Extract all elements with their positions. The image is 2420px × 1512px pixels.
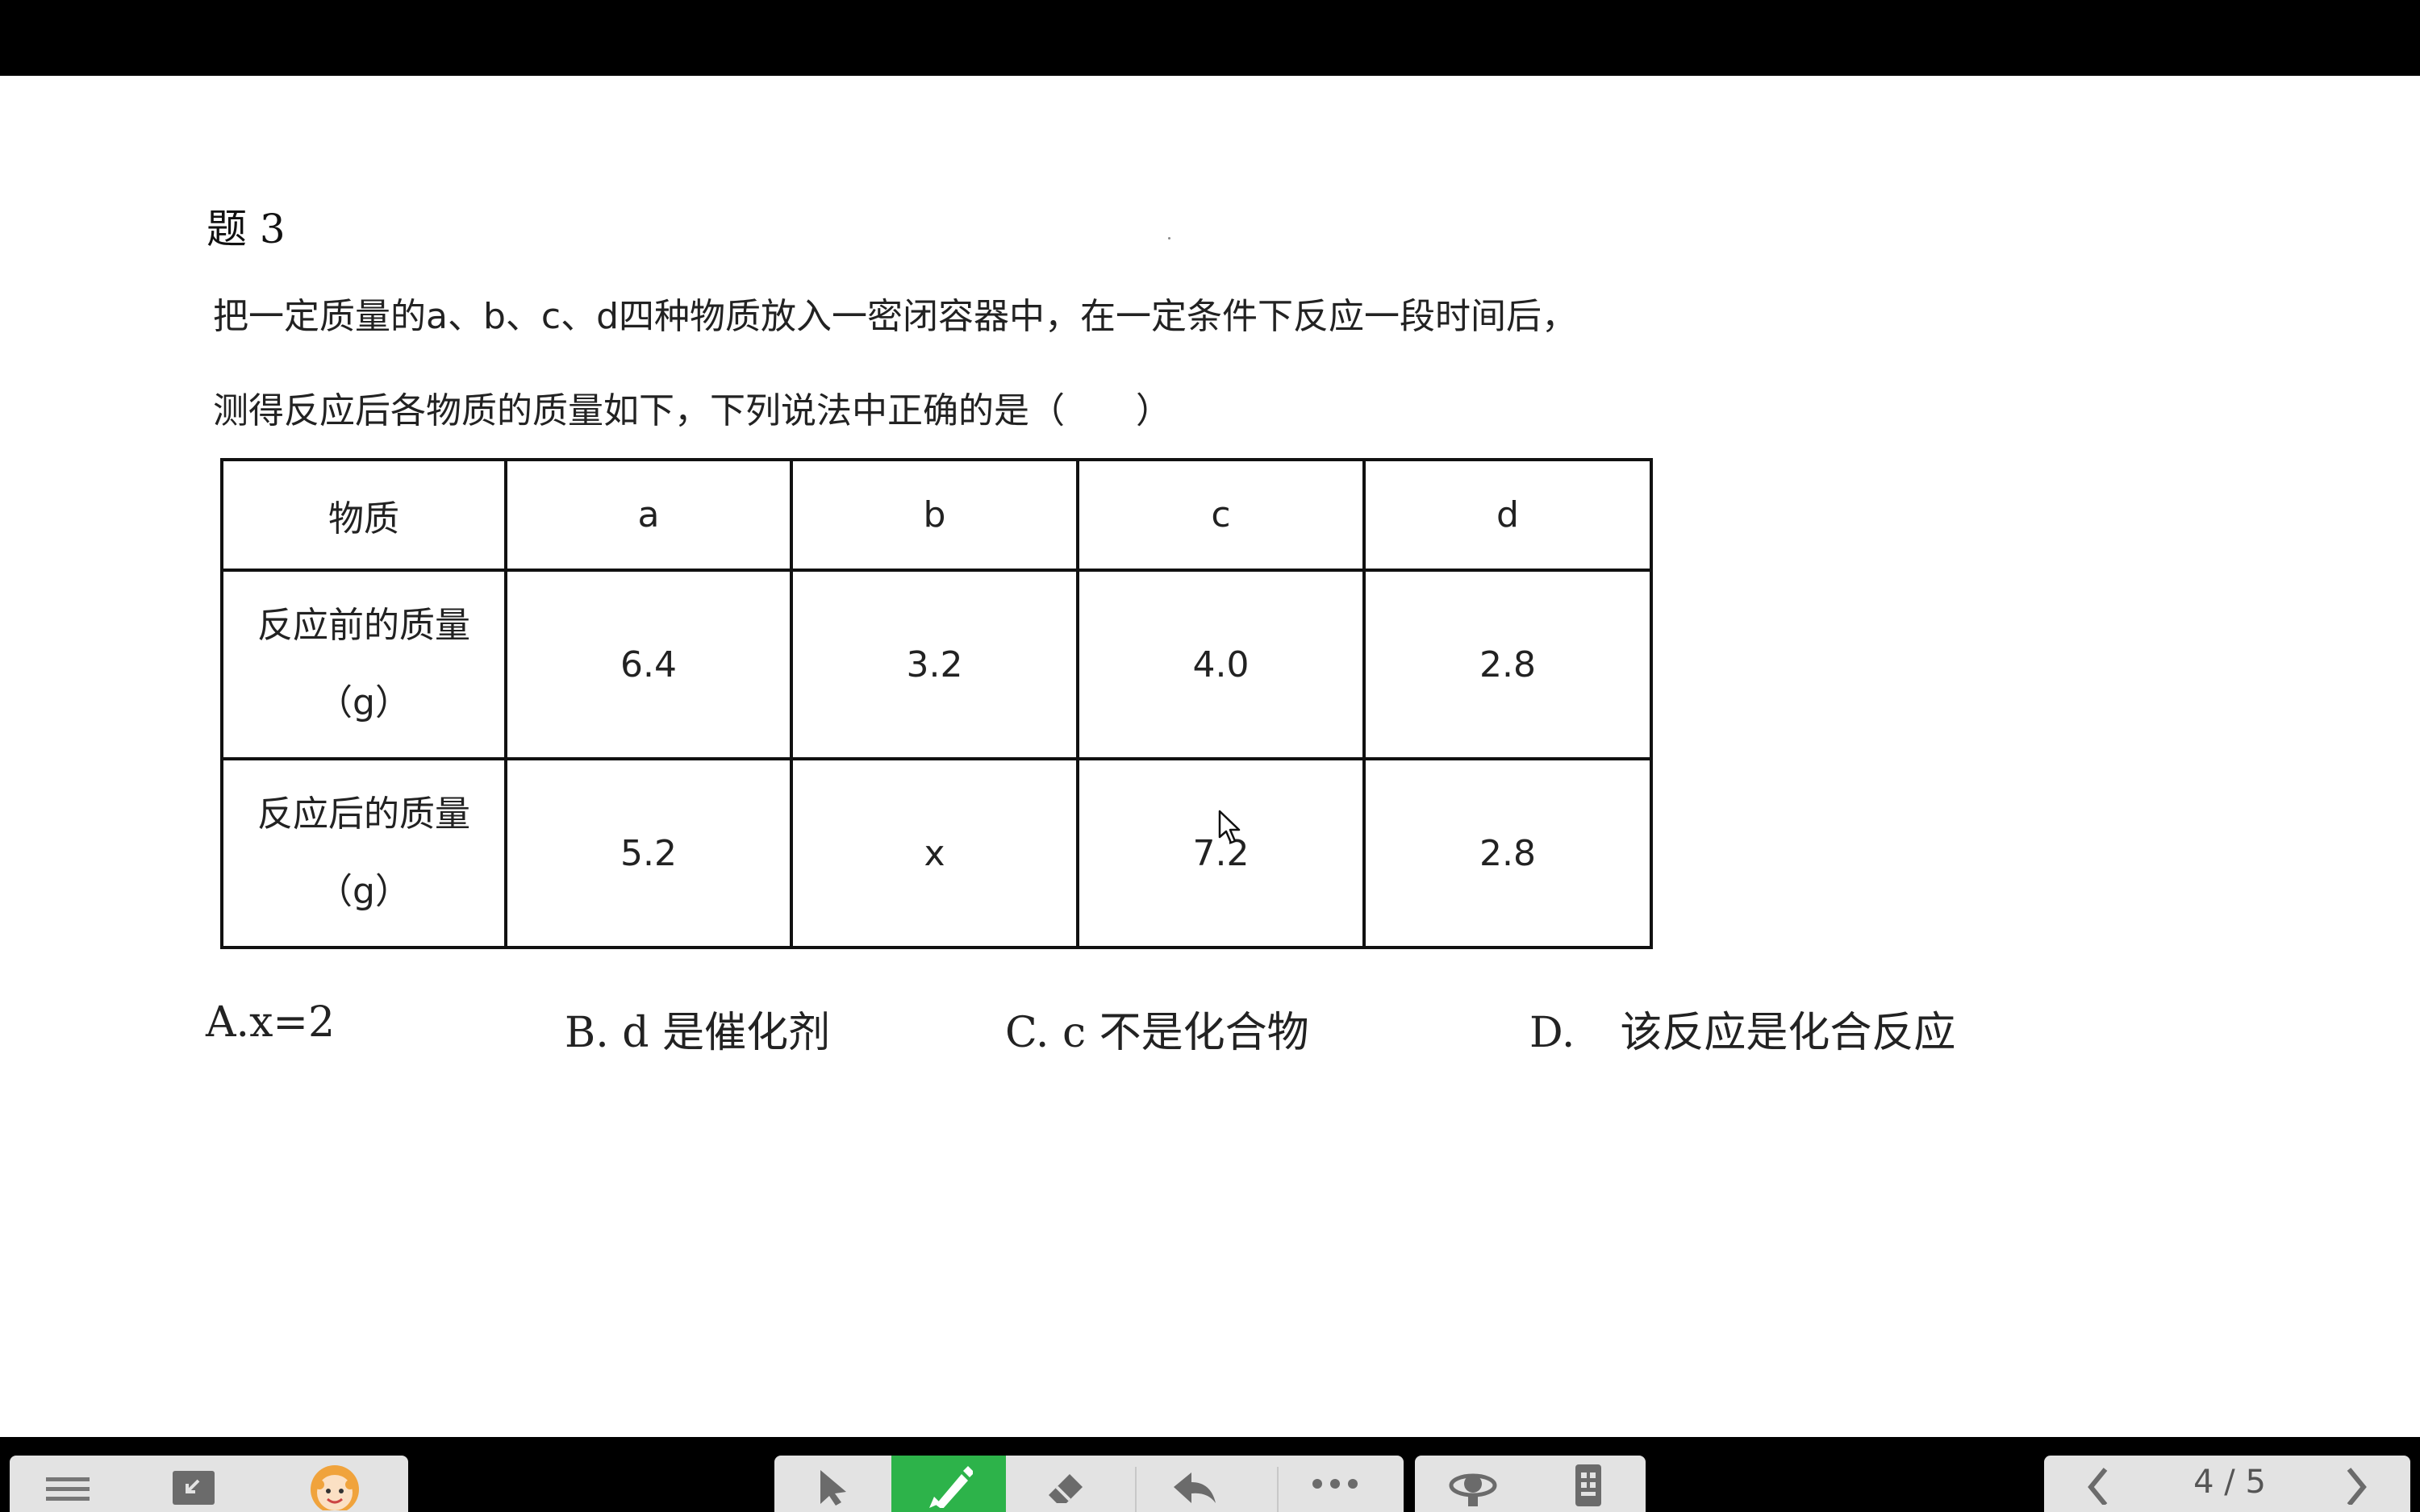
chevron-left-icon — [2088, 1468, 2108, 1505]
undo-button[interactable] — [1123, 1456, 1266, 1512]
row-label: 反应后的质量 （g） — [220, 757, 507, 949]
table-header-cell: c — [1076, 458, 1366, 572]
slide-canvas: 题 3 把一定质量的a、b、c、d四种物质放入一密闭容器中，在一定条件下反应一段… — [0, 76, 2420, 1437]
option-c: C. c 不是化合物 — [1005, 1009, 1309, 1057]
mass-table: 物质 a b c d 反应前的质量 （g） 6.4 3.2 4.0 2.8 反应… — [220, 458, 1653, 949]
undo-icon — [1174, 1472, 1216, 1503]
row-label-line-1: 反应前的质量 — [257, 605, 470, 646]
broadcast-button[interactable] — [1415, 1456, 1530, 1512]
pointer-icon — [820, 1470, 846, 1506]
toolbar-tools-group — [774, 1456, 1404, 1512]
question-text-line-2: 测得反应后各物质的质量如下，下列说法中正确的是（ ） — [213, 390, 1171, 431]
option-d: D. 该反应是化合反应 — [1529, 998, 1955, 1059]
toolbar-left-group — [10, 1456, 408, 1512]
pen-tool-button[interactable] — [891, 1456, 1006, 1512]
broadcast-icon — [1449, 1473, 1496, 1506]
row-label-line-1: 反应后的质量 — [257, 793, 470, 835]
bottom-toolbar: 4 / 5 — [0, 1437, 2420, 1512]
row-label: 反应前的质量 （g） — [220, 569, 507, 760]
previous-page-button[interactable] — [2044, 1456, 2149, 1512]
table-row: 反应后的质量 （g） 5.2 x 7.2 2.8 — [220, 757, 1653, 949]
row-label-line-2: （g） — [317, 682, 411, 723]
option-d-letter: D. — [1529, 1009, 1575, 1057]
table-cell: 2.8 — [1362, 569, 1653, 760]
table-cell: 7.2 — [1076, 757, 1366, 949]
more-icon — [1312, 1479, 1358, 1489]
next-page-button[interactable] — [2305, 1456, 2410, 1512]
table-header-cell: d — [1362, 458, 1653, 572]
more-button[interactable] — [1266, 1456, 1404, 1512]
table-header-cell: a — [504, 458, 793, 572]
option-a: A.x=2 — [206, 998, 336, 1047]
table-cell: 4.0 — [1076, 569, 1366, 760]
question-text-line-1: 把一定质量的a、b、c、d四种物质放入一密闭容器中，在一定条件下反应一段时间后， — [213, 296, 1578, 337]
table-cell: 3.2 — [790, 569, 1079, 760]
option-b: B. d 是催化剂 — [565, 1009, 831, 1057]
page-indicator: 4 / 5 — [2193, 1464, 2266, 1501]
minimize-button[interactable] — [126, 1456, 261, 1512]
eraser-tool-button[interactable] — [1006, 1456, 1123, 1512]
table-cell: 5.2 — [504, 757, 793, 949]
chevron-right-icon — [2347, 1468, 2367, 1505]
table-cell: x — [790, 757, 1079, 949]
menu-button[interactable] — [10, 1456, 126, 1512]
row-label-line-2: （g） — [317, 871, 411, 912]
question-number: 题 3 — [207, 206, 286, 252]
menu-icon — [46, 1477, 90, 1501]
table-header-row: 物质 a b c d — [220, 458, 1653, 572]
pen-icon — [929, 1466, 973, 1508]
table-cell: 6.4 — [504, 569, 793, 760]
table-header-cell: b — [790, 458, 1079, 572]
stray-dot — [1168, 237, 1170, 240]
avatar-button[interactable] — [261, 1456, 408, 1512]
option-d-text: 该反应是化合反应 — [1620, 1009, 1956, 1057]
toolbar-share-group — [1415, 1456, 1646, 1512]
remote-icon — [1575, 1464, 1601, 1506]
avatar — [311, 1465, 359, 1510]
presentation-stage: 题 3 把一定质量的a、b、c、d四种物质放入一密闭容器中，在一定条件下反应一段… — [0, 0, 2420, 1512]
table-header-cell: 物质 — [220, 458, 507, 572]
pointer-tool-button[interactable] — [774, 1456, 891, 1512]
minimize-icon — [173, 1471, 215, 1505]
eraser-icon — [1048, 1474, 1083, 1503]
table-cell: 2.8 — [1362, 757, 1653, 949]
table-row: 反应前的质量 （g） 6.4 3.2 4.0 2.8 — [220, 569, 1653, 760]
mouse-cursor-icon — [1218, 810, 1241, 844]
remote-control-button[interactable] — [1530, 1456, 1646, 1512]
